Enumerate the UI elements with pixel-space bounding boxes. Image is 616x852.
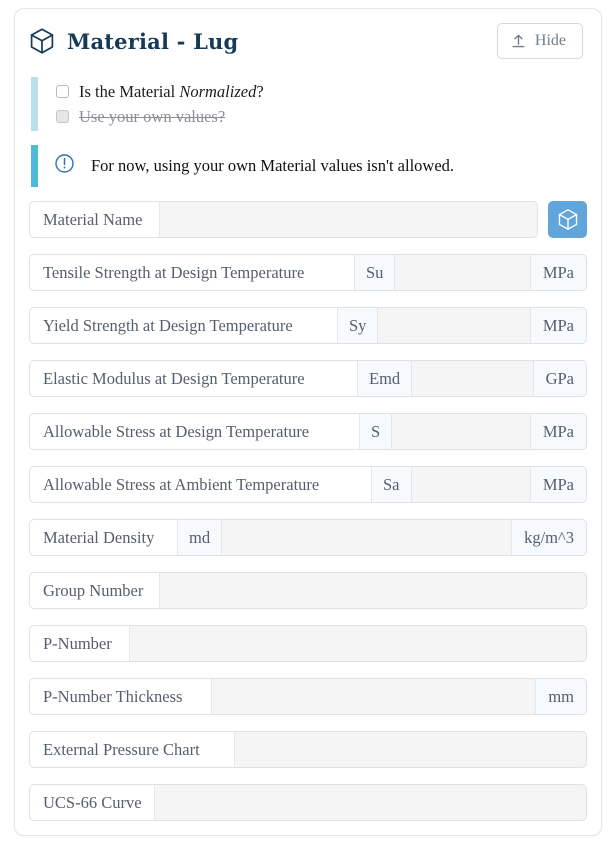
field-label-material-density: Material Density <box>29 519 177 556</box>
field-input-material-name[interactable] <box>159 201 538 238</box>
card-title-group: Material - Lug <box>29 27 238 55</box>
exclamation-circle-icon <box>54 153 75 179</box>
material-lug-card: Material - Lug Hide Is the Material Norm… <box>14 8 602 836</box>
field-row-allowable-stress-at-ambient-temperature: Allowable Stress at Ambient Temperature S… <box>29 466 587 503</box>
field-input-allowable-stress-at-ambient-temperature[interactable] <box>410 466 530 503</box>
field-row-ucs-66-curve: UCS-66 Curve <box>29 784 587 821</box>
field-symbol-yield-strength-at-design-temperature: Sy <box>337 307 378 344</box>
field-label-p-number-thickness: P-Number Thickness <box>29 678 211 715</box>
hide-button-label: Hide <box>534 32 566 49</box>
field-label-yield-strength-at-design-temperature: Yield Strength at Design Temperature <box>29 307 337 344</box>
info-alert-text: For now, using your own Material values … <box>91 156 455 175</box>
field-input-allowable-stress-at-design-temperature[interactable] <box>391 413 530 450</box>
checkbox-row-own-values: Use your own values? <box>56 104 601 129</box>
checkbox-label-normalized-suffix: ? <box>256 81 264 101</box>
field-symbol-allowable-stress-at-ambient-temperature: Sa <box>371 466 411 503</box>
field-unit-allowable-stress-at-design-temperature: MPa <box>529 413 587 450</box>
field-input-elastic-modulus-at-design-temperature[interactable] <box>411 360 533 397</box>
field-label-ucs-66-curve: UCS-66 Curve <box>29 784 154 821</box>
checkbox-use-your-own-values <box>56 110 69 123</box>
field-label-elastic-modulus-at-design-temperature: Elastic Modulus at Design Temperature <box>29 360 357 397</box>
hide-button[interactable]: Hide <box>496 23 583 59</box>
field-input-ucs-66-curve[interactable] <box>154 784 587 821</box>
field-row-yield-strength-at-design-temperature: Yield Strength at Design Temperature Sy MP… <box>29 307 587 344</box>
field-unit-elastic-modulus-at-design-temperature: GPa <box>532 360 587 397</box>
field-label-group-number: Group Number <box>29 572 159 609</box>
field-unit-material-density: kg/m^3 <box>511 519 587 556</box>
checkbox-label-own-values: Use your own values? <box>79 106 226 126</box>
checkbox-label-normalized-prefix: Is the Material <box>79 81 180 101</box>
field-row-elastic-modulus-at-design-temperature: Elastic Modulus at Design Temperature Emd… <box>29 360 587 397</box>
field-label-p-number: P-Number <box>29 625 129 662</box>
field-label-tensile-strength-at-design-temperature: Tensile Strength at Design Temperature <box>29 254 354 291</box>
field-unit-yield-strength-at-design-temperature: MPa <box>529 307 587 344</box>
checkbox-label-normalized-emphasis: Normalized <box>179 81 257 101</box>
field-row-external-pressure-chart: External Pressure Chart <box>29 731 587 768</box>
field-symbol-tensile-strength-at-design-temperature: Su <box>354 254 395 291</box>
field-row-allowable-stress-at-design-temperature: Allowable Stress at Design Temperature S M… <box>29 413 587 450</box>
field-unit-allowable-stress-at-ambient-temperature: MPa <box>529 466 587 503</box>
field-input-p-number-thickness[interactable] <box>211 678 536 715</box>
checkbox-is-material-normalized[interactable] <box>56 85 69 98</box>
field-symbol-elastic-modulus-at-design-temperature: Emd <box>357 360 412 397</box>
field-input-material-density[interactable] <box>221 519 512 556</box>
cube-icon <box>29 27 55 55</box>
field-label-allowable-stress-at-design-temperature: Allowable Stress at Design Temperature <box>29 413 359 450</box>
field-symbol-material-density: md <box>177 519 222 556</box>
field-row-material-name: Material Name <box>29 201 587 238</box>
checkbox-label-normalized: Is the Material Normalized? <box>79 82 264 102</box>
field-label-material-name: Material Name <box>29 201 159 238</box>
field-input-p-number[interactable] <box>129 625 587 662</box>
field-row-p-number-thickness: P-Number Thickness mm <box>29 678 587 715</box>
field-input-tensile-strength-at-design-temperature[interactable] <box>394 254 530 291</box>
field-row-p-number: P-Number <box>29 625 587 662</box>
field-unit-tensile-strength-at-design-temperature: MPa <box>529 254 587 291</box>
checkbox-row-normalized[interactable]: Is the Material Normalized? <box>56 79 601 104</box>
field-row-group-number: Group Number <box>29 572 587 609</box>
upload-arrow-icon <box>511 33 526 49</box>
material-picker-button[interactable] <box>548 201 587 238</box>
field-unit-p-number-thickness: mm <box>535 678 587 715</box>
card-header: Material - Lug Hide <box>15 9 601 63</box>
field-input-yield-strength-at-design-temperature[interactable] <box>377 307 530 344</box>
field-label-allowable-stress-at-ambient-temperature: Allowable Stress at Ambient Temperature <box>29 466 371 503</box>
cube-icon <box>557 208 579 231</box>
field-row-material-density: Material Density md kg/m^3 <box>29 519 587 556</box>
material-fields: Material Name Tensile Strength at Design … <box>15 187 601 821</box>
page-title: Material - Lug <box>67 28 239 54</box>
field-row-tensile-strength-at-design-temperature: Tensile Strength at Design Temperature Su… <box>29 254 587 291</box>
info-alert: For now, using your own Material values … <box>31 145 601 187</box>
field-input-external-pressure-chart[interactable] <box>234 731 587 768</box>
field-label-external-pressure-chart: External Pressure Chart <box>29 731 234 768</box>
field-input-group-number[interactable] <box>159 572 587 609</box>
checkbox-group: Is the Material Normalized? Use your own… <box>31 77 601 131</box>
field-symbol-allowable-stress-at-design-temperature: S <box>359 413 392 450</box>
